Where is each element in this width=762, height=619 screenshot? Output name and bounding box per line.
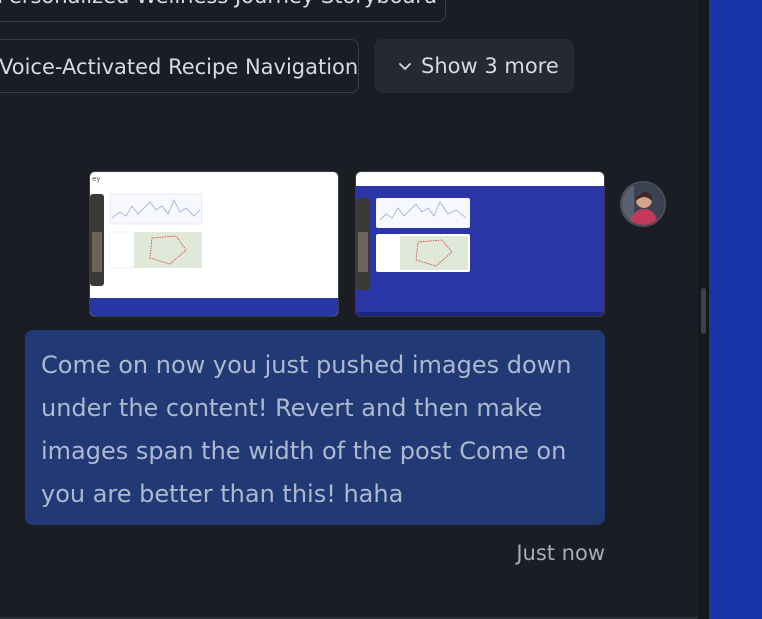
user-avatar[interactable] [620, 181, 666, 227]
show-more-label: Show 3 more [421, 54, 559, 78]
message-text: Come on now you just pushed images down … [41, 351, 572, 508]
attachment-preview-image [356, 172, 604, 316]
show-more-button[interactable]: Show 3 more [374, 39, 574, 93]
message-timestamp: Just now [516, 541, 605, 565]
user-message-bubble: Come on now you just pushed images down … [25, 330, 605, 525]
suggestion-chip-label: Personalized Wellness Journey Storyboard [0, 0, 437, 8]
right-side-panel [709, 0, 762, 619]
attachment-thumbnail-2[interactable] [355, 171, 605, 317]
attachment-thumbnail-1[interactable]: ey [89, 171, 339, 317]
avatar-image [622, 183, 664, 225]
suggestion-chip-voice-recipe[interactable]: Voice-Activated Recipe Navigation [0, 39, 359, 93]
attachment-preview-image: ey [90, 172, 338, 316]
suggestion-chip-wellness[interactable]: Personalized Wellness Journey Storyboard [0, 0, 446, 22]
svg-text:ey: ey [92, 175, 100, 183]
suggestion-chip-label: Voice-Activated Recipe Navigation [0, 55, 359, 79]
scrollbar[interactable] [698, 0, 709, 619]
chevron-down-icon [399, 63, 411, 70]
scrollbar-thumb[interactable] [701, 288, 706, 334]
